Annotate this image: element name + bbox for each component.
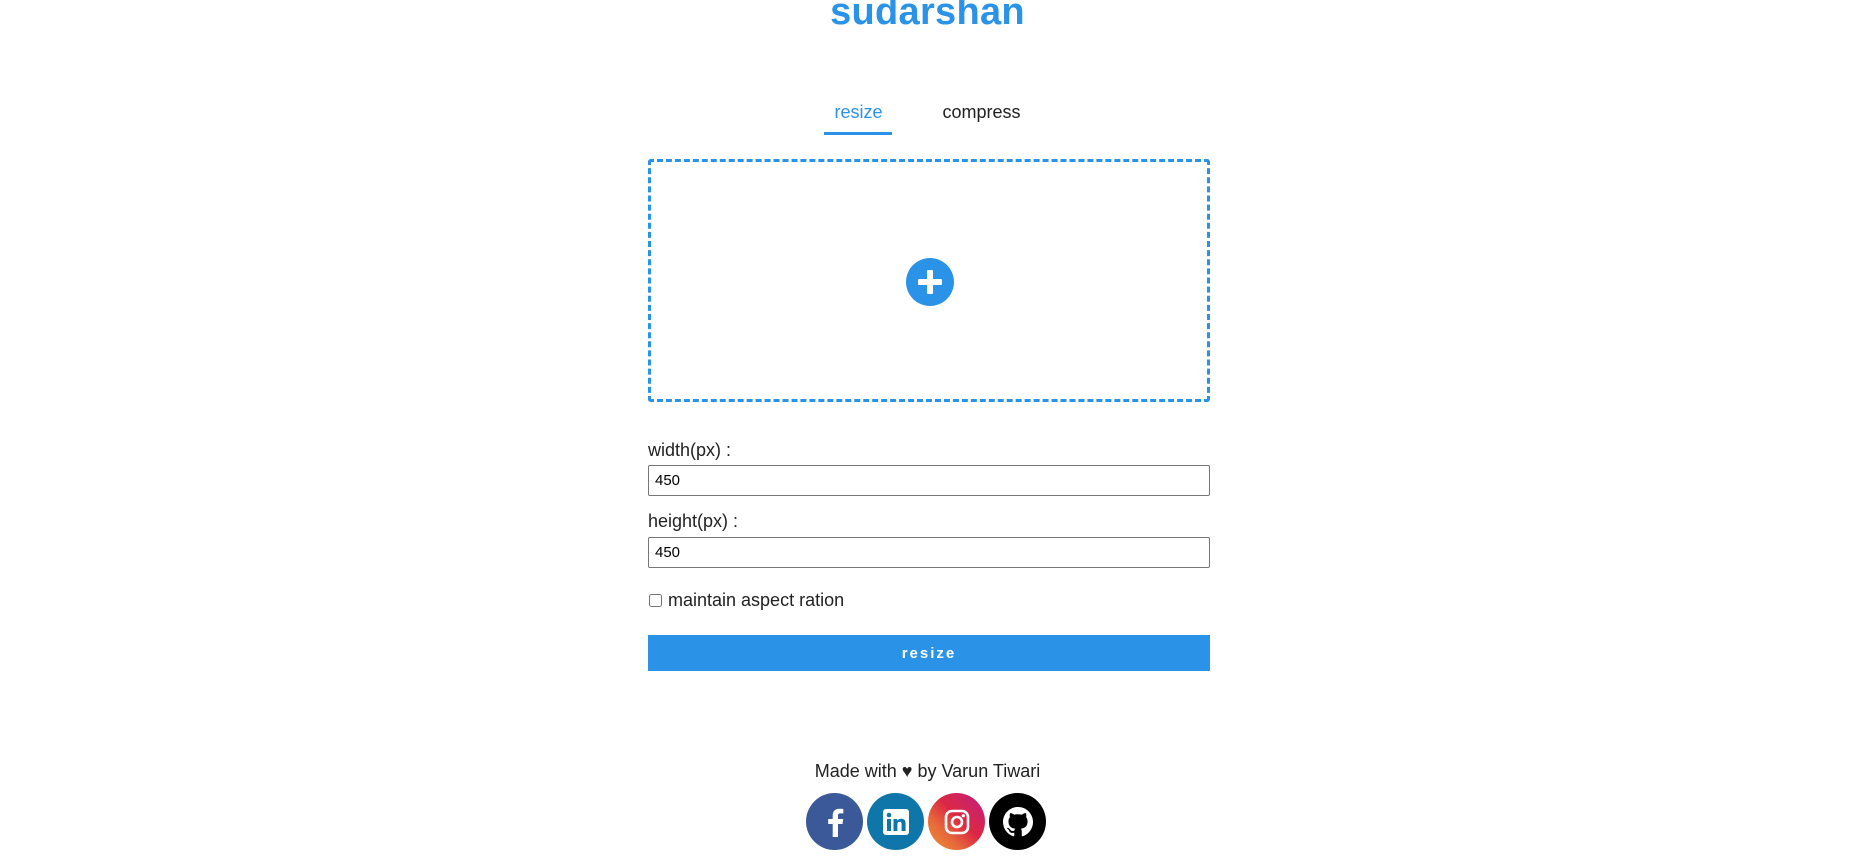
- facebook-icon: [827, 808, 843, 837]
- aspect-ratio-label: maintain aspect ration: [668, 590, 845, 610]
- instagram-link[interactable]: [928, 793, 985, 850]
- brand-title: sudarshan: [830, 0, 1025, 33]
- page: sudarshan resize compress width(px) : he…: [0, 0, 1855, 861]
- image-dropzone[interactable]: [648, 159, 1210, 402]
- height-input[interactable]: [648, 537, 1210, 568]
- aspect-ratio-row: maintain aspect ration: [648, 590, 844, 611]
- resize-button[interactable]: resize: [648, 635, 1210, 671]
- tab-compress[interactable]: compress: [932, 98, 1030, 135]
- plus-circle-icon[interactable]: [906, 258, 954, 306]
- linkedin-icon: [882, 808, 909, 835]
- facebook-link[interactable]: [806, 793, 863, 850]
- github-icon: [1002, 806, 1033, 836]
- width-label: width(px) :: [648, 440, 732, 460]
- linkedin-link[interactable]: [867, 793, 924, 850]
- width-input[interactable]: [648, 465, 1210, 496]
- social-links: [806, 793, 1050, 850]
- tab-bar: resize compress: [0, 98, 1855, 135]
- height-label: height(px) :: [648, 511, 739, 531]
- github-link[interactable]: [989, 793, 1046, 850]
- footer-credit: Made with ♥ by Varun Tiwari: [814, 761, 1041, 781]
- tab-resize[interactable]: resize: [824, 98, 893, 135]
- instagram-icon: [944, 809, 969, 834]
- aspect-ratio-checkbox[interactable]: [649, 594, 662, 607]
